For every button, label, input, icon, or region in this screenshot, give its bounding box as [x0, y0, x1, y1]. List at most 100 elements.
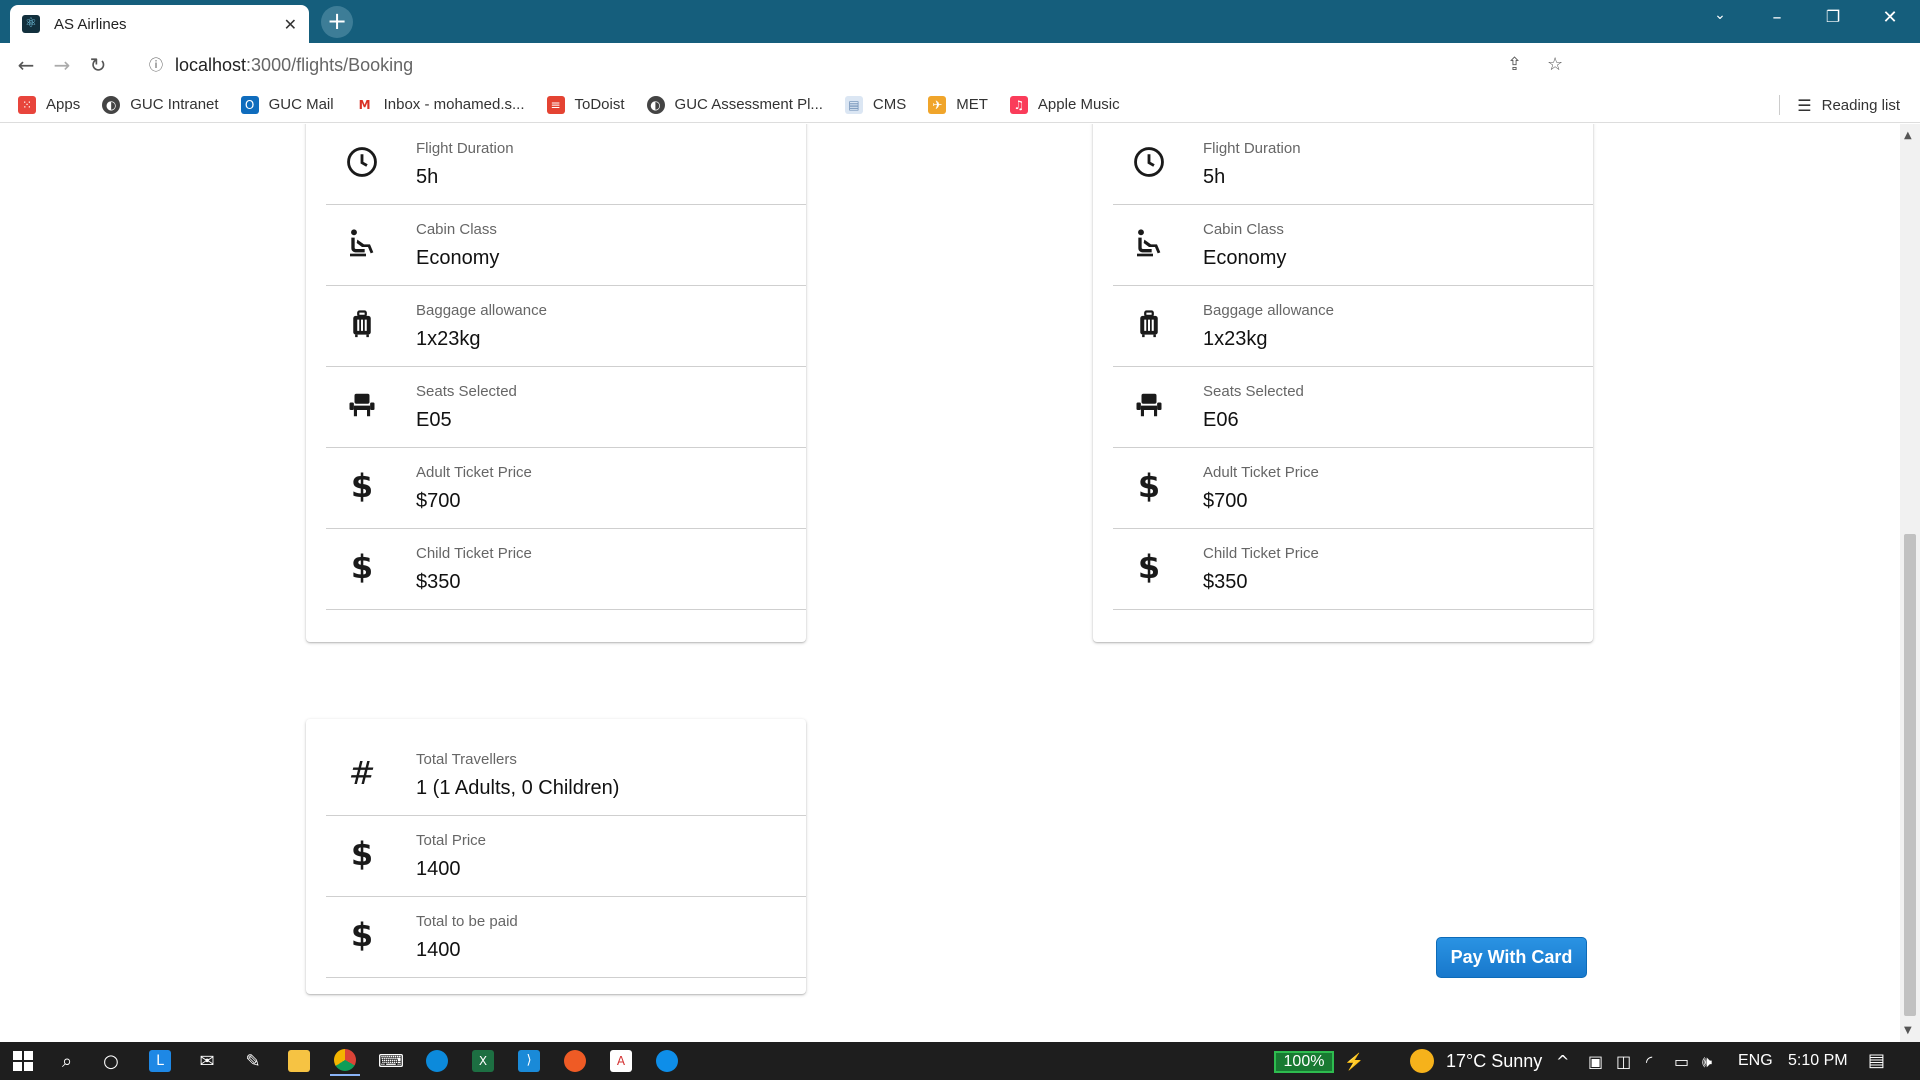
- terminal-icon[interactable]: ⌨: [376, 1046, 406, 1076]
- windows-start-icon[interactable]: [8, 1046, 38, 1076]
- page-scrollbar[interactable]: ▲ ▼: [1900, 124, 1920, 1042]
- notepad-icon[interactable]: ✎: [238, 1046, 268, 1076]
- restore-icon[interactable]: ❐: [1813, 7, 1853, 26]
- row-value: Economy: [416, 247, 500, 269]
- sunny-weather-icon[interactable]: [1410, 1049, 1434, 1073]
- bookmark-guc-assessment[interactable]: ◐ GUC Assessment Pl...: [646, 95, 823, 114]
- bookmark-todoist[interactable]: ≡ ToDoist: [546, 95, 625, 114]
- excel-icon[interactable]: X: [468, 1046, 498, 1076]
- reading-list-icon: ☰: [1797, 95, 1812, 115]
- edge-icon[interactable]: [422, 1046, 452, 1076]
- browser-tab[interactable]: ⚛ AS Airlines ✕: [10, 5, 309, 43]
- apple-music-icon: ♫: [1009, 95, 1028, 114]
- bookmark-label: MET: [956, 96, 988, 113]
- bookmark-label: CMS: [872, 96, 907, 113]
- airline-seat-icon: [342, 223, 382, 263]
- reload-icon[interactable]: ↻: [80, 47, 116, 83]
- bookmark-label: ToDoist: [574, 96, 625, 113]
- clock-icon: [1129, 142, 1169, 182]
- site-info-icon[interactable]: ⓘ: [149, 55, 163, 75]
- dollar-icon: $: [1137, 548, 1161, 586]
- cortana-icon[interactable]: ○: [96, 1046, 126, 1076]
- globe-icon: ◐: [646, 95, 665, 114]
- reading-list-button[interactable]: ☰ Reading list: [1797, 87, 1900, 123]
- document-icon: ▤: [844, 95, 863, 114]
- row-value: $700: [1203, 490, 1248, 512]
- clock-icon: [342, 142, 382, 182]
- airline-seat-icon: [1129, 223, 1169, 263]
- bookmark-label: GUC Assessment Pl...: [674, 96, 823, 113]
- meet-now-icon[interactable]: ▣: [1588, 1052, 1603, 1071]
- bookmark-guc-intranet[interactable]: ◐ GUC Intranet: [102, 95, 219, 114]
- row-label: Flight Duration: [416, 140, 514, 157]
- tab-title: AS Airlines: [54, 15, 127, 33]
- bookmark-apple-music[interactable]: ♫ Apple Music: [1009, 95, 1120, 114]
- battery-icon[interactable]: ▭: [1674, 1052, 1689, 1071]
- bookmark-inbox[interactable]: M Inbox - mohamed.s...: [355, 95, 525, 114]
- vscode-icon[interactable]: ⟩: [514, 1046, 544, 1076]
- language-indicator[interactable]: ENG: [1738, 1052, 1773, 1070]
- teamviewer-icon[interactable]: [652, 1046, 682, 1076]
- new-tab-button[interactable]: +: [321, 6, 353, 38]
- row-cabin-class: Cabin Class Economy: [1113, 205, 1593, 286]
- clock-time[interactable]: 5:10 PM: [1788, 1052, 1848, 1070]
- row-baggage: Baggage allowance 1x23kg: [1113, 286, 1593, 367]
- row-flight-duration: Flight Duration 5h: [1113, 124, 1593, 205]
- tab-strip: ⚛ AS Airlines ✕ + ⌄ – ❐ ✕: [0, 0, 1920, 43]
- weather-text[interactable]: 17°C Sunny: [1446, 1051, 1542, 1072]
- met-icon: ✈: [928, 95, 947, 114]
- apps-grid-icon: ⁙: [18, 95, 36, 114]
- share-icon[interactable]: ⇪: [1507, 54, 1522, 75]
- row-total-price: $ Total Price 1400: [326, 816, 806, 897]
- battery-indicator[interactable]: 100%: [1274, 1051, 1334, 1073]
- row-value: 1400: [416, 939, 461, 961]
- app-l-icon[interactable]: L: [145, 1046, 175, 1076]
- back-arrow-icon[interactable]: ←: [8, 47, 44, 83]
- display-icon[interactable]: ◫: [1616, 1052, 1631, 1071]
- row-value: 1 (1 Adults, 0 Children): [416, 777, 620, 799]
- scroll-up-arrow-icon[interactable]: ▲: [1904, 130, 1912, 141]
- row-seats: Seats Selected E05: [326, 367, 806, 448]
- scroll-down-arrow-icon[interactable]: ▼: [1904, 1025, 1912, 1036]
- bookmark-met[interactable]: ✈ MET: [928, 95, 988, 114]
- row-adult-price: $ Adult Ticket Price $700: [1113, 448, 1593, 529]
- search-icon[interactable]: ⌕: [52, 1046, 82, 1076]
- row-baggage: Baggage allowance 1x23kg: [326, 286, 806, 367]
- bookmark-star-icon[interactable]: ☆: [1547, 54, 1563, 75]
- notifications-icon[interactable]: ▤: [1868, 1050, 1885, 1071]
- file-explorer-icon[interactable]: [284, 1046, 314, 1076]
- chevron-up-icon[interactable]: ^: [1556, 1052, 1569, 1071]
- forward-arrow-icon[interactable]: →: [44, 47, 80, 83]
- bookmark-cms[interactable]: ▤ CMS: [844, 95, 907, 114]
- row-total-travellers: # Total Travellers 1 (1 Adults, 0 Childr…: [326, 735, 806, 816]
- pdf-icon[interactable]: A: [606, 1046, 636, 1076]
- row-seats: Seats Selected E06: [1113, 367, 1593, 448]
- minimize-icon[interactable]: –: [1757, 7, 1797, 28]
- close-tab-icon[interactable]: ✕: [284, 15, 297, 34]
- seat-icon: [1129, 385, 1169, 425]
- dollar-icon: $: [350, 835, 374, 873]
- power-plug-icon: ⚡: [1344, 1054, 1364, 1071]
- pay-with-card-button[interactable]: Pay With Card: [1436, 937, 1587, 978]
- bookmark-apps[interactable]: ⁙ Apps: [18, 95, 80, 114]
- scrollbar-thumb[interactable]: [1904, 534, 1916, 1016]
- mail-icon[interactable]: ✉: [192, 1046, 222, 1076]
- chrome-icon[interactable]: [330, 1046, 360, 1076]
- volume-icon[interactable]: 🕪: [1702, 1052, 1712, 1072]
- bookmark-guc-mail[interactable]: O GUC Mail: [240, 95, 334, 114]
- row-label: Adult Ticket Price: [1203, 464, 1319, 481]
- close-window-icon[interactable]: ✕: [1870, 7, 1910, 28]
- bookmark-label: Inbox - mohamed.s...: [383, 96, 525, 113]
- row-cabin-class: Cabin Class Economy: [326, 205, 806, 286]
- postman-icon[interactable]: [560, 1046, 590, 1076]
- browser-toolbar: ← → ↻ ⓘ localhost:3000/flights/Booking ⇪…: [0, 43, 1920, 121]
- row-value: E06: [1203, 409, 1239, 431]
- row-value: 1x23kg: [1203, 328, 1268, 350]
- wifi-icon[interactable]: ◜: [1646, 1052, 1652, 1071]
- address-bar[interactable]: ⓘ localhost:3000/flights/Booking ⇪ ☆: [135, 47, 1576, 83]
- row-label: Seats Selected: [1203, 383, 1304, 400]
- row-label: Baggage allowance: [1203, 302, 1334, 319]
- dollar-icon: $: [350, 916, 374, 954]
- bookmark-label: Apple Music: [1037, 96, 1120, 113]
- tab-search-chevron-icon[interactable]: ⌄: [1700, 7, 1740, 23]
